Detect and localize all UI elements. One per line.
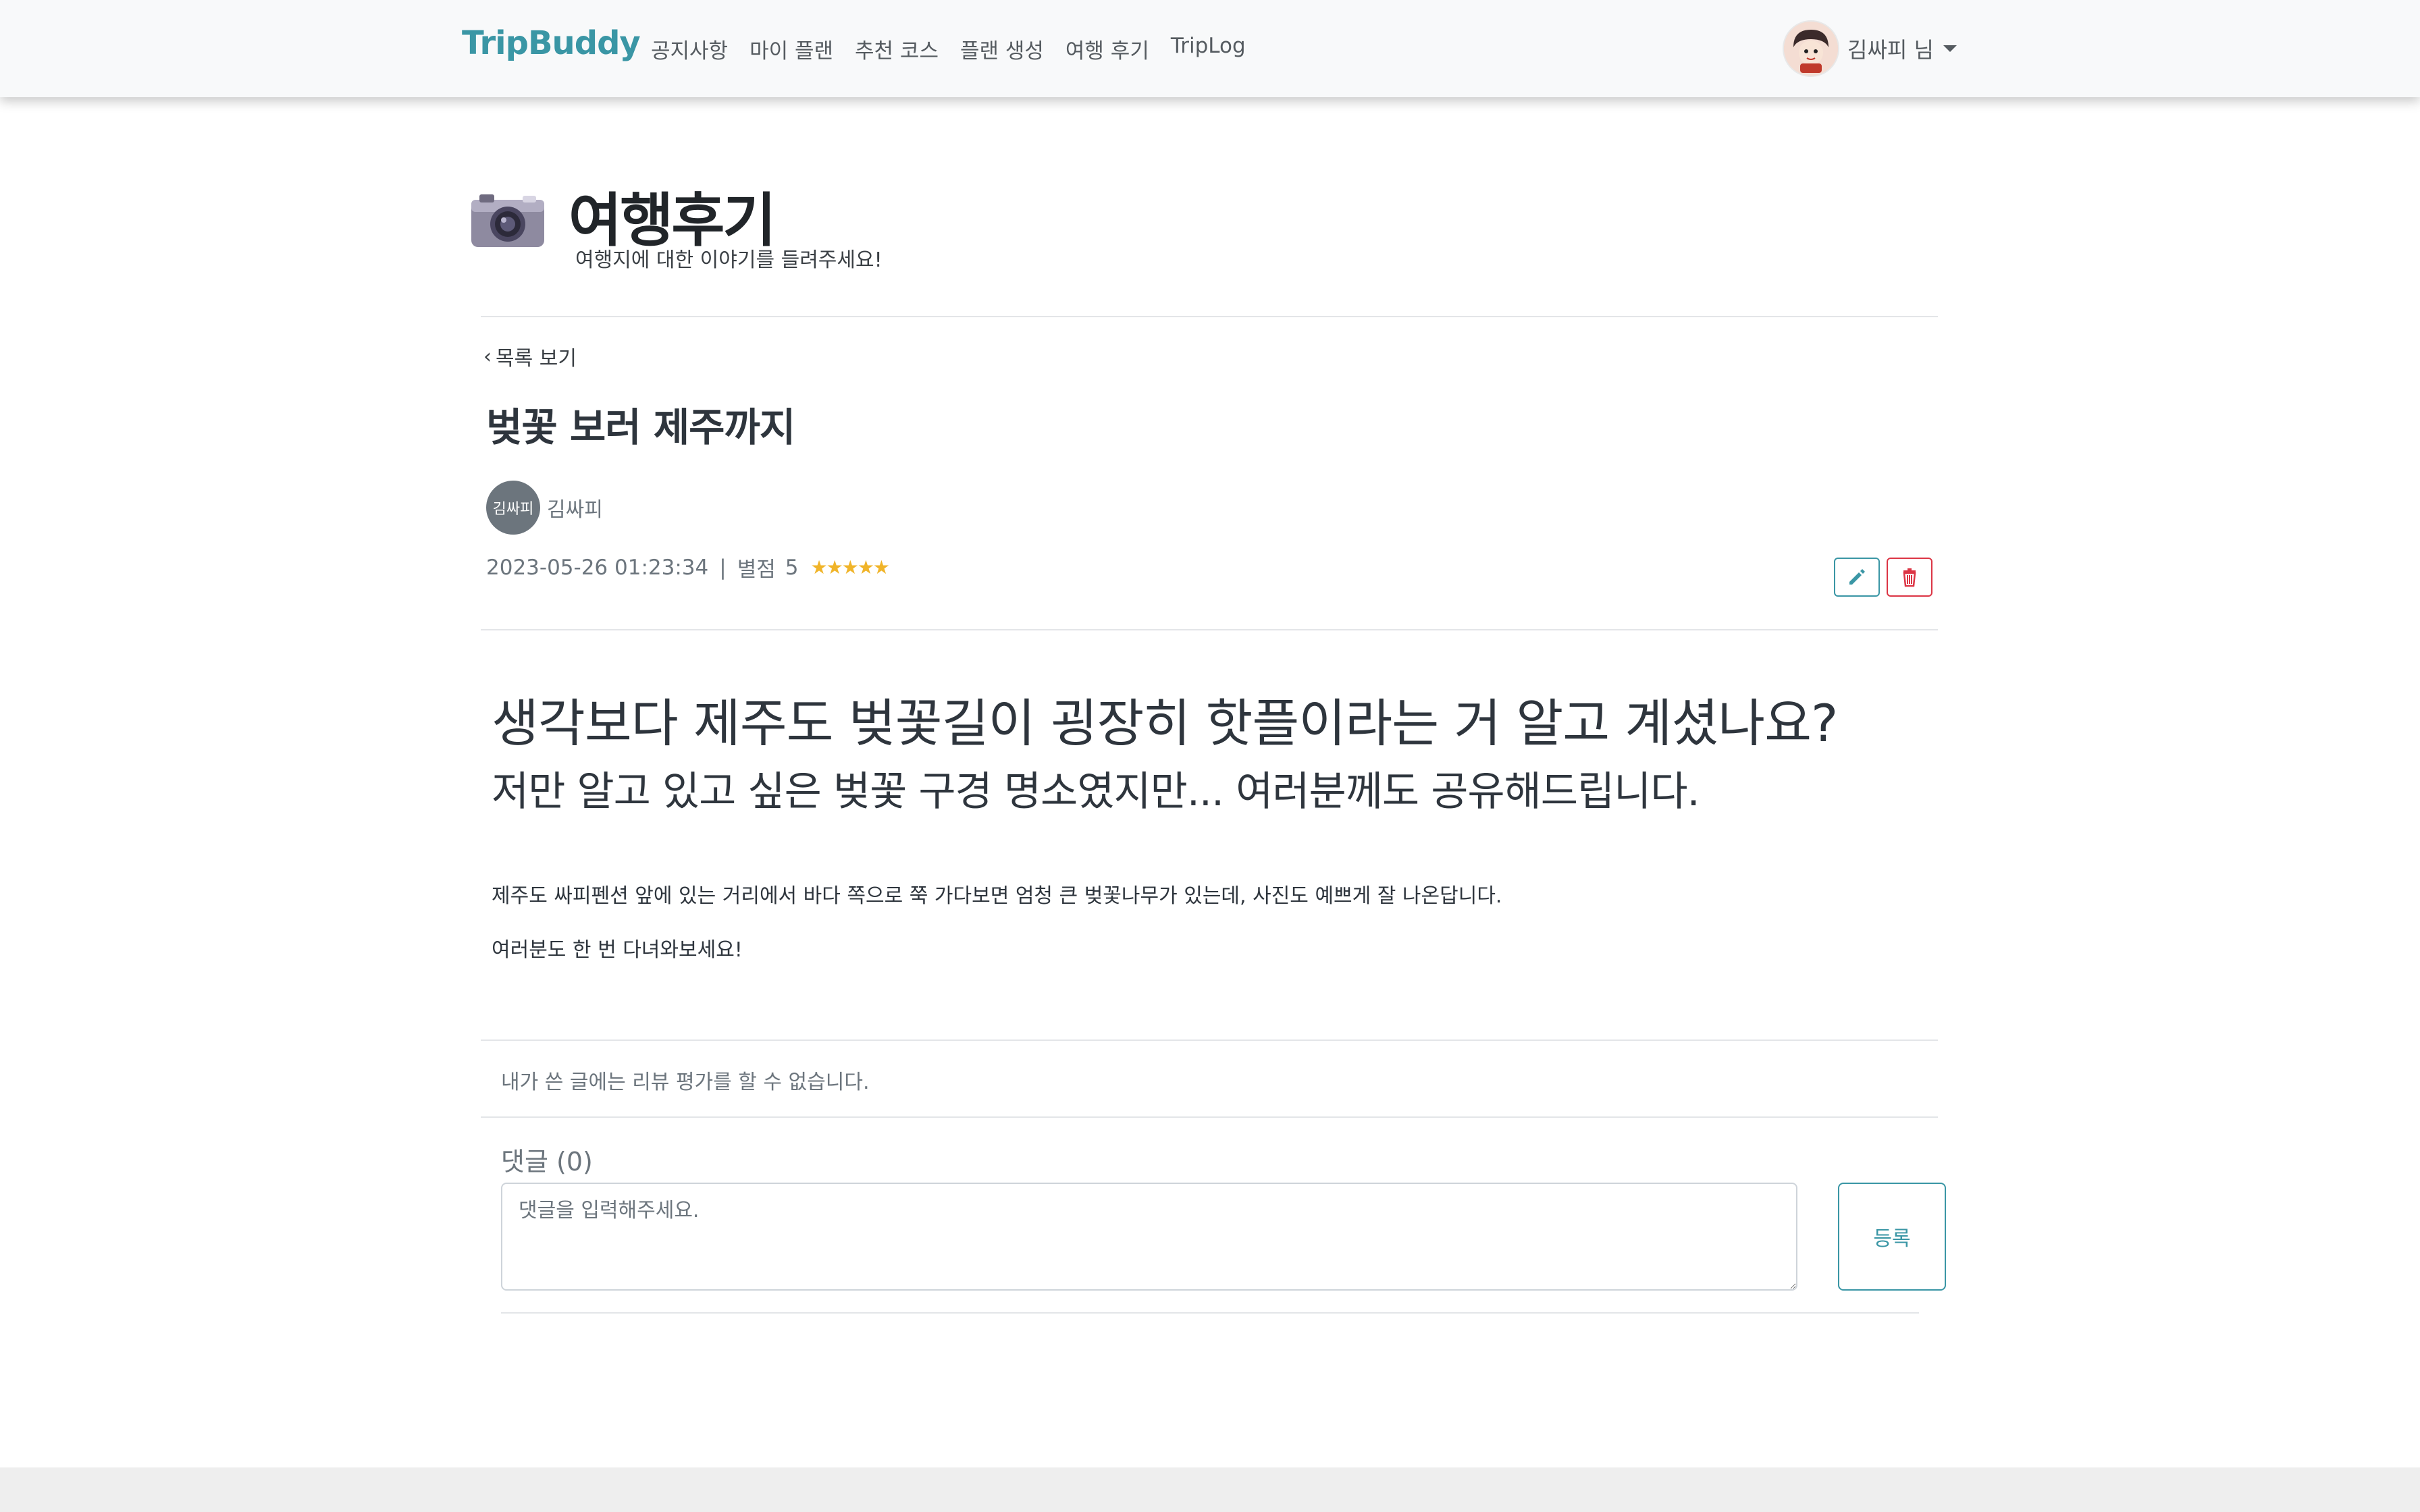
star-icon: ★ [841,556,859,578]
brand-logo[interactable]: TripBuddy [462,24,641,62]
nav-link-notice[interactable]: 공지사항 [651,34,728,64]
divider [1244,1312,1919,1314]
star-icon: ★ [810,556,828,578]
star-icon: ★ [872,556,891,578]
comment-input[interactable] [501,1183,1797,1291]
divider [481,316,1938,317]
review-notice: 내가 쓴 글에는 리뷰 평가를 할 수 없습니다. [501,1071,870,1094]
edit-button[interactable] [1834,558,1880,597]
nav-link-my-plan[interactable]: 마이 플랜 [749,34,833,64]
submit-comment-button[interactable]: 등록 [1838,1183,1946,1291]
user-menu[interactable]: 김싸피 님 [1783,20,1957,77]
post-content-paragraph2: 여러분도 한 번 다녀와보세요! [492,938,743,962]
post-datetime: 2023-05-26 01:23:34 [486,555,709,580]
page-subtitle: 여행지에 대한 이야기를 들려주세요! [575,248,883,272]
nav-link-create-plan[interactable]: 플랜 생성 [960,34,1044,64]
post-content-heading2: 저만 알고 있고 싶은 벚꽃 구경 명소였지만... 여러분께도 공유해드립니다… [492,768,1700,815]
rating-stars: ★ ★ ★ ★ ★ [810,556,891,578]
divider [481,1040,1938,1041]
nav-links: 공지사항 마이 플랜 추천 코스 플랜 생성 여행 후기 TripLog [651,34,1267,64]
nav-link-triplog[interactable]: TripLog [1171,34,1246,64]
meta-separator: | [719,555,727,580]
post-content-heading1: 생각보다 제주도 벚꽃길이 굉장히 핫플이라는 거 알고 계셨나요? [492,693,1838,753]
trash-icon [1903,568,1916,587]
divider [481,629,1938,630]
camera-icon [471,194,544,247]
divider [481,1116,1938,1118]
post-meta: 2023-05-26 01:23:34 | 별점 5 ★ ★ ★ ★ ★ [486,552,891,583]
pencil-icon [1849,569,1865,585]
back-to-list-label: 목록 보기 [496,347,577,371]
post-title: 벚꽃 보러 제주까지 [486,404,795,450]
nav-link-travel-review[interactable]: 여행 후기 [1066,34,1149,64]
chevron-left-icon: ‹ [483,344,492,369]
rating-value: 5 [785,555,799,580]
nav-link-recommended-course[interactable]: 추천 코스 [855,34,939,64]
author-avatar: 김싸피 [486,481,540,535]
divider [501,1312,1244,1314]
user-name: 김싸피 님 [1847,37,1934,63]
navbar: TripBuddy 공지사항 마이 플랜 추천 코스 플랜 생성 여행 후기 T… [0,0,2420,97]
delete-button[interactable] [1887,558,1932,597]
footer [0,1467,2420,1512]
chevron-down-icon [1943,45,1957,52]
back-to-list-link[interactable]: ‹ 목록 보기 [483,342,577,371]
star-icon: ★ [857,556,874,578]
post-content-paragraph1: 제주도 싸피펜션 앞에 있는 거리에서 바다 쪽으로 쭉 가다보면 엄청 큰 벚… [492,884,1502,908]
comments-heading: 댓글 (0) [501,1147,593,1177]
rating-label: 별점 [737,558,776,582]
user-avatar [1783,20,1839,77]
author-name: 김싸피 [547,498,603,522]
author-info: 김싸피 김싸피 [486,481,603,535]
star-icon: ★ [826,556,843,578]
